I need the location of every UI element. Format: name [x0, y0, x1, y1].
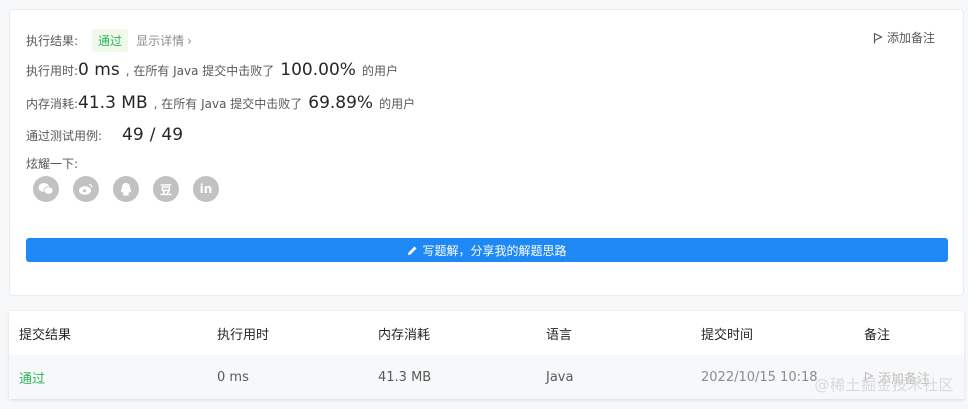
chevron-right-icon: ›: [187, 33, 192, 48]
header-runtime: 执行用时: [217, 327, 270, 343]
memory-value: 41.3 MB: [78, 93, 148, 113]
runtime-row: 执行用时: 0 ms , 在所有 Java 提交中击败了 100.00% 的用户: [26, 60, 398, 80]
memory-suffix: 的用户: [379, 97, 416, 111]
runtime-suffix: 的用户: [361, 64, 398, 78]
linkedin-glyph: in: [199, 182, 213, 196]
runtime-label: 执行用时:: [26, 64, 79, 78]
row-memory: 41.3 MB: [378, 369, 432, 385]
runtime-value: 0 ms: [78, 60, 120, 80]
share-icons: 豆 in: [33, 176, 233, 202]
watermark: @稀土掘金技术社区: [814, 376, 954, 394]
row-status-link[interactable]: 通过: [19, 368, 45, 387]
memory-mid-text: , 在所有 Java 提交中击败了: [153, 97, 303, 111]
row-language: Java: [546, 369, 574, 385]
memory-percent: 69.89%: [308, 93, 374, 113]
add-note-label: 添加备注: [886, 31, 935, 45]
qq-icon[interactable]: [113, 176, 139, 202]
memory-label: 内存消耗:: [26, 97, 79, 111]
tests-label: 通过测试用例:: [26, 129, 103, 143]
weibo-icon[interactable]: [73, 176, 99, 202]
add-note-button[interactable]: 添加备注: [873, 29, 935, 46]
share-label: 炫耀一下:: [26, 157, 79, 171]
tests-divider: /: [149, 125, 156, 145]
douban-glyph: 豆: [159, 182, 172, 197]
write-solution-label: 写题解，分享我的解题思路: [422, 243, 567, 258]
row-runtime: 0 ms: [217, 369, 249, 385]
row-time: 2022/10/15 10:18: [701, 369, 818, 385]
result-row: 执行结果: 通过 显示详情 ›: [26, 29, 192, 52]
status-badge: 通过: [92, 29, 129, 52]
result-card: 执行结果: 通过 显示详情 › 添加备注 执行用时: 0 ms , 在所有 Ja…: [9, 9, 964, 296]
memory-row: 内存消耗: 41.3 MB , 在所有 Java 提交中击败了 69.89% 的…: [26, 93, 415, 113]
pencil-icon: [408, 246, 417, 255]
runtime-percent: 100.00%: [280, 60, 356, 80]
header-time: 提交时间: [701, 327, 754, 343]
tests-passed: 49: [122, 125, 144, 145]
header-status: 提交结果: [19, 327, 72, 343]
show-details-link[interactable]: 显示详情: [136, 32, 184, 49]
write-solution-button[interactable]: 写题解，分享我的解题思路: [26, 238, 948, 262]
linkedin-icon[interactable]: in: [193, 176, 219, 202]
table-header: 提交结果 执行用时 内存消耗 语言 提交时间 备注: [9, 311, 964, 355]
douban-icon[interactable]: 豆: [153, 176, 179, 202]
flag-icon: [873, 32, 883, 43]
runtime-mid-text: , 在所有 Java 提交中击败了: [125, 64, 275, 78]
header-note: 备注: [864, 327, 891, 343]
header-memory: 内存消耗: [378, 327, 431, 343]
tests-row: 通过测试用例: 49 / 49: [26, 125, 189, 145]
result-label: 执行结果:: [26, 34, 79, 48]
tests-total: 49: [161, 125, 184, 145]
wechat-icon[interactable]: [33, 176, 59, 202]
header-language: 语言: [546, 327, 573, 343]
